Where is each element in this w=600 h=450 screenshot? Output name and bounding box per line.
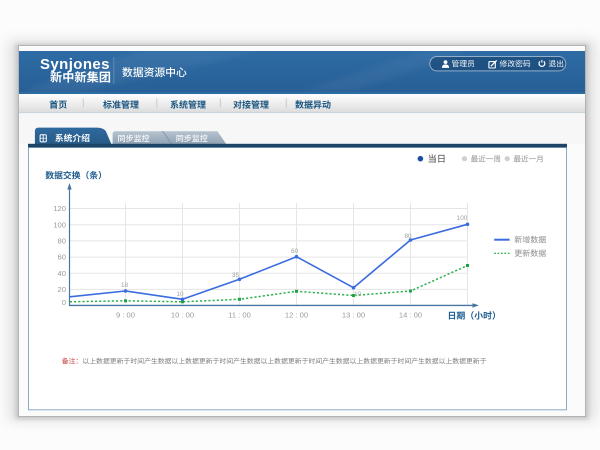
svg-text:14 : 00: 14 : 00 (399, 311, 422, 320)
svg-text:9 : 00: 9 : 00 (116, 311, 135, 320)
svg-text:10: 10 (354, 291, 362, 298)
svg-text:11 : 00: 11 : 00 (228, 311, 251, 320)
svg-text:100: 100 (53, 220, 66, 229)
svg-text:40: 40 (58, 269, 66, 278)
svg-text:60: 60 (58, 253, 66, 262)
svg-text:35: 35 (232, 272, 240, 279)
svg-text:60: 60 (291, 248, 299, 255)
svg-text:0: 0 (62, 298, 66, 307)
svg-text:10 : 00: 10 : 00 (171, 311, 194, 320)
svg-text:12 : 00: 12 : 00 (285, 311, 308, 320)
svg-text:20: 20 (58, 285, 66, 294)
svg-text:18: 18 (121, 282, 129, 289)
svg-text:Synjones: Synjones (40, 56, 110, 73)
svg-text:120: 120 (53, 204, 66, 213)
svg-text:13 : 00: 13 : 00 (342, 311, 365, 320)
svg-text:100: 100 (457, 215, 468, 222)
svg-text:10: 10 (176, 291, 184, 298)
svg-text:80: 80 (58, 237, 66, 246)
svg-text:80: 80 (404, 233, 412, 240)
